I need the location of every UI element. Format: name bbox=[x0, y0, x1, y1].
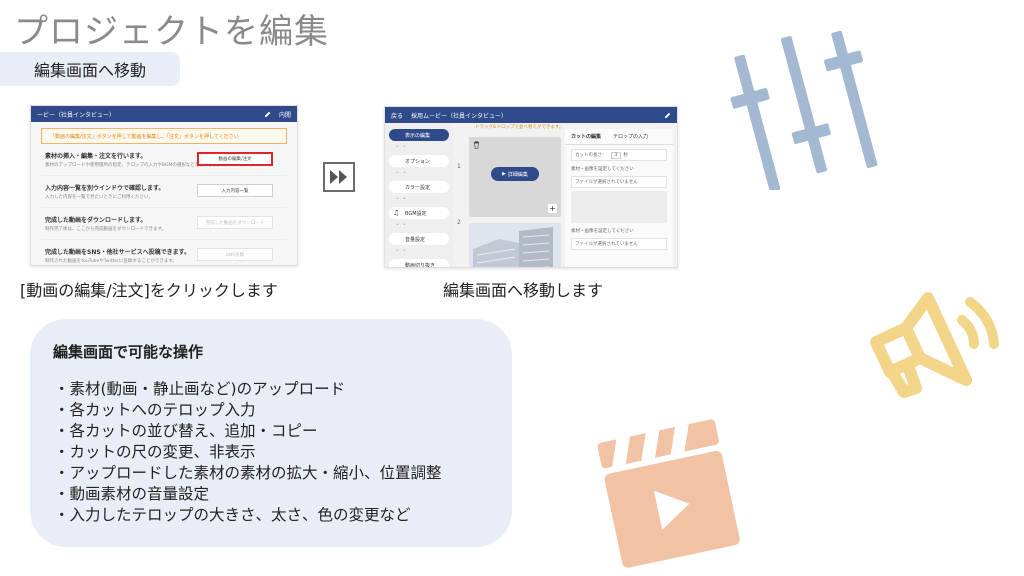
tab-cut-edit[interactable]: カットの編集 bbox=[571, 133, 601, 140]
pen-icon[interactable] bbox=[664, 112, 671, 119]
cut-length-field[interactable]: カットの長さ： 3 秒 bbox=[571, 149, 667, 161]
clapper-icon bbox=[597, 419, 740, 568]
chevron-down-icon: ⌄ ⌄ bbox=[395, 142, 407, 149]
screenshot-editor: 戻る 採用ムービー（社員インタビュー） ドラッグ&ドロップで並べ替えができます。… bbox=[384, 106, 678, 268]
cut-number: 1 bbox=[457, 163, 461, 170]
app-title: ービー（社員インタビュー） bbox=[37, 111, 116, 119]
list-item: ・入力したテロップの大きさ、太さ、色の変更など bbox=[54, 506, 411, 524]
tab-telop-input[interactable]: テロップの入力 bbox=[613, 133, 648, 140]
chevron-down-icon: ⌄ ⌄ bbox=[395, 246, 407, 253]
material-file-input[interactable]: ファイルが選択されていません bbox=[571, 238, 667, 250]
sidebar-item-bgm[interactable]: ♫ BGM設定 bbox=[389, 207, 449, 219]
editor-sidebar: 表示の編集 ⌄ ⌄ オプション ⌄ ⌄ カラー設定 ⌄ ⌄ ♫ BGM設定 ⌄ … bbox=[385, 123, 453, 267]
editor-title: 採用ムービー（社員インタビュー） bbox=[411, 112, 508, 120]
step-sns: 完成した動画をSNS・他社サービスへ投稿できます。 制作された動画をYouTub… bbox=[41, 240, 287, 265]
material-label: 素材・画像を設定してください bbox=[571, 229, 634, 234]
sidebar-item-color[interactable]: カラー設定 bbox=[389, 181, 449, 193]
list-item: ・動画素材の音量設定 bbox=[54, 485, 210, 503]
sidebar-item-volume[interactable]: 音量設定 bbox=[389, 233, 449, 245]
play-icon: ▶ bbox=[502, 171, 506, 177]
editor-title-bar: 戻る 採用ムービー（社員インタビュー） bbox=[385, 107, 677, 123]
page-title: プロジェクトを編集 bbox=[14, 12, 329, 52]
app-title-bar: ービー（社員インタビュー） 内閲 bbox=[31, 106, 297, 122]
step-title: 素材の挿入・編集・注文を行います。 bbox=[45, 153, 147, 160]
sidebar-item-crop[interactable]: 動画切り抜き bbox=[389, 259, 449, 267]
material-label: 素材・画像を設定してください bbox=[571, 167, 634, 172]
megaphone-icon bbox=[870, 292, 999, 398]
notice-text: ドラッグ&ドロップで並べ替えができます。 bbox=[475, 125, 564, 130]
list-item: ・各カットへのテロップ入力 bbox=[54, 401, 256, 419]
step-list: 入力内容一覧を別ウインドウで確認します。 入力した内容を一覧で見たいときにご利用… bbox=[41, 176, 287, 208]
operations-list: ・素材(動画・静止画など)のアップロード ・各カットへのテロップ入力 ・各カット… bbox=[54, 379, 442, 526]
operations-panel: 編集画面で可能な操作 ・素材(動画・静止画など)のアップロード ・各カットへのテ… bbox=[30, 319, 512, 547]
step-desc: 素材のアップロードや使用箇所の指定、テロップの入力やBGMの選択などを行います。 bbox=[45, 163, 222, 168]
caption-right: 編集画面へ移動します bbox=[443, 281, 604, 300]
step-edit: 素材の挿入・編集・注文を行います。 素材のアップロードや使用箇所の指定、テロップ… bbox=[41, 144, 287, 176]
step-title: 入力内容一覧を別ウインドウで確認します。 bbox=[45, 185, 165, 192]
cut-number: 2 bbox=[457, 219, 461, 226]
detail-edit-button[interactable]: ▶ 詳細編集 bbox=[491, 167, 539, 181]
sidebar-item-option[interactable]: オプション bbox=[389, 155, 449, 167]
step-desc: 制作された動画をYouTubeやTwitterに投稿することができます。 bbox=[45, 259, 177, 264]
warning-banner: 「動画の編集/注文」ボタンを押して動画を編集し、「注文」ボタンを押してください bbox=[41, 128, 287, 144]
chevron-down-icon: ⌄ ⌄ bbox=[395, 194, 407, 201]
step-desc: 制作完了後は、ここから完成動画をダウンロードできます。 bbox=[45, 227, 167, 232]
list-item: ・アップロードした素材の素材の拡大・縮小、位置調整 bbox=[54, 464, 442, 482]
cut-length-value[interactable]: 3 bbox=[610, 151, 622, 159]
back-link[interactable]: 戻る bbox=[391, 111, 403, 120]
sliders-icon bbox=[730, 30, 878, 190]
step-download: 完成した動画をダウンロードします。 制作完了後は、ここから完成動画をダウンロード… bbox=[41, 208, 287, 240]
step-title: 完成した動画をダウンロードします。 bbox=[45, 217, 147, 224]
trash-icon[interactable] bbox=[473, 141, 480, 149]
fast-forward-icon bbox=[323, 162, 355, 192]
chevron-down-icon: ⌄ ⌄ bbox=[395, 168, 407, 175]
sns-post-button[interactable]: SNS投稿 bbox=[197, 248, 273, 261]
plus-icon[interactable]: + bbox=[548, 204, 557, 213]
panel-heading: 編集画面で可能な操作 bbox=[53, 343, 204, 361]
list-item: ・素材(動画・静止画など)のアップロード bbox=[54, 380, 346, 398]
pen-icon[interactable] bbox=[264, 111, 271, 118]
caption-left: [動画の編集/注文]をクリックします bbox=[20, 281, 278, 300]
preview-link[interactable]: 内閲 bbox=[279, 110, 291, 119]
list-item: ・各カットの並び替え、追加・コピー bbox=[54, 422, 318, 440]
list-item: ・カットの尺の変更、非表示 bbox=[54, 443, 256, 461]
section-subtitle: 編集画面へ移動 bbox=[0, 52, 180, 86]
material-file-input[interactable]: ファイルが選択されていません bbox=[571, 176, 667, 188]
music-icon: ♫ bbox=[393, 209, 400, 217]
download-button[interactable]: 完成した動画をダウンロード bbox=[197, 216, 273, 229]
preview-area bbox=[571, 191, 667, 223]
chevron-down-icon: ⌄ ⌄ bbox=[395, 220, 407, 227]
editor-properties: カットの編集 テロップの入力 カットの長さ： 3 秒 素材・画像を設定してくださ… bbox=[565, 129, 673, 267]
input-list-button[interactable]: 入力内容一覧 bbox=[197, 184, 273, 197]
sidebar-item-display[interactable]: 表示の編集 bbox=[389, 129, 449, 141]
building-image bbox=[469, 223, 561, 267]
cut-thumbnail-building[interactable] bbox=[469, 223, 561, 267]
screenshot-project-page: ービー（社員インタビュー） 内閲 「動画の編集/注文」ボタンを押して動画を編集し… bbox=[30, 105, 298, 266]
step-title: 完成した動画をSNS・他社サービスへ投稿できます。 bbox=[45, 249, 191, 256]
step-desc: 入力した内容を一覧で見たいときにご利用ください。 bbox=[45, 195, 153, 200]
cut-thumbnail[interactable]: ▶ 詳細編集 + bbox=[469, 137, 561, 217]
edit-order-button[interactable]: 動画の編集/注文 bbox=[197, 152, 273, 166]
